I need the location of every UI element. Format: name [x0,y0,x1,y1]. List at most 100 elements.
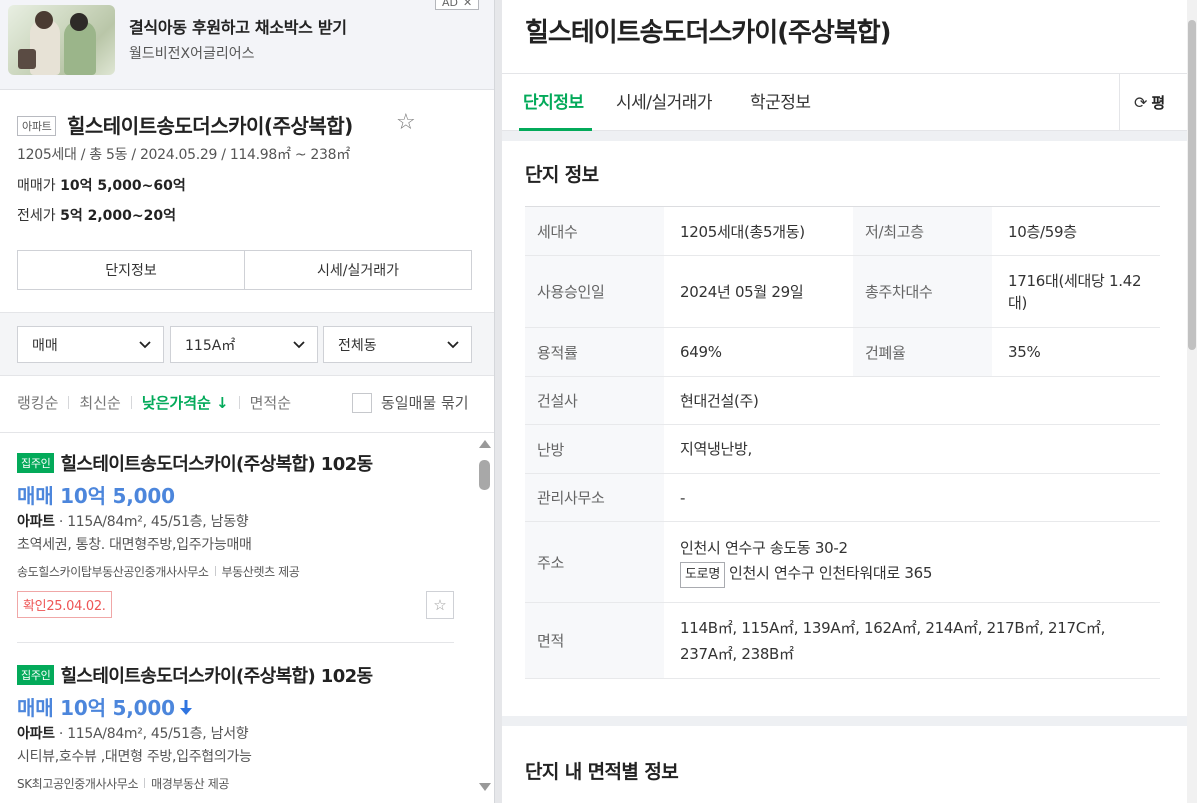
close-icon[interactable]: ✕ [463,0,472,10]
section-title: 단지 내 면적별 정보 [525,761,679,783]
panel-divider[interactable] [494,0,502,803]
section-gap [502,131,1187,141]
area-label: 면적 [525,602,664,679]
listing-desc: 초역세권, 통창. 대면형주방,입주가능매매 [17,537,252,553]
road-name-badge: 도로명 [680,561,725,588]
confirm-date-badge: 확인25.04.02. [17,591,112,618]
bcr-value: 35% [992,327,1160,377]
sale-price-label: 매매가 [17,178,56,194]
listing-price-row: 매매 10억 5,000 [17,692,193,721]
sort-options: 랭킹순 최신순 낮은가격순 ↓ 면적순 [17,392,301,413]
table-row: 주소 인천시 연수구 송도동 30-2 도로명 인천시 연수구 인천타워대로 36… [525,521,1160,603]
trade-type-select[interactable]: 매매 [17,326,164,363]
scroll-thumb[interactable] [479,460,490,490]
tab-price-history[interactable]: 시세/실거래가 [616,88,713,113]
star-icon[interactable]: ☆ [396,112,416,134]
chevron-down-icon [293,341,305,349]
parking-value: 1716대(세대당 1.42대) [992,255,1160,328]
sort-latest[interactable]: 최신순 [79,392,120,413]
arrow-down-icon [179,700,192,715]
listing-spec: 아파트 · 115A/84m², 45/51층, 남동향 [17,514,249,530]
dong-select[interactable]: 전체동 [323,326,472,363]
divider [17,642,454,643]
office-value: - [664,473,1160,522]
sort-area[interactable]: 면적순 [250,392,291,413]
listing-spec-text: 115A/84m², 45/51층, 남동향 [67,514,249,530]
provider-name: 부동산렛츠 제공 [221,565,300,579]
listing-panel: 결식아동 후원하고 채소박스 받기 월드비전X어글리어스 AD ✕ 아파트 힐스… [0,0,494,803]
provider-name: 매경부동산 제공 [151,777,229,791]
listing-title-row: 집주인 힐스테이트송도더스카이(주상복합) 102동 [17,662,373,688]
scroll-thumb[interactable] [1188,20,1196,350]
table-row: 용적률 649% 건폐율 35% [525,327,1160,377]
tab-complex-info[interactable]: 단지정보 [523,88,584,113]
chevron-down-icon [139,341,151,349]
scroll-down-icon[interactable] [479,783,491,791]
office-label: 관리사무소 [525,473,664,522]
table-row: 면적 114B㎡, 115A㎡, 139A㎡, 162A㎡, 214A㎡, 21… [525,602,1160,679]
refresh-icon: ⟳ [1134,93,1148,112]
ad-banner[interactable]: 결식아동 후원하고 채소박스 받기 월드비전X어글리어스 AD ✕ [0,0,494,90]
ad-badge[interactable]: AD ✕ [435,0,480,10]
tab-school-info[interactable]: 학군정보 [750,88,811,113]
table-row: 관리사무소 - [525,473,1160,522]
divider [0,432,494,433]
listing-price: 매매 10억 5,000 [17,484,175,508]
unit-toggle-button[interactable]: ⟳ 평 [1119,74,1187,131]
summary-buttons: 단지정보 시세/실거래가 [17,250,472,290]
listing-agent: SK최고공인중개사사무소 매경부동산 제공 [17,775,229,792]
listing-scrollbar[interactable] [475,438,494,803]
builder-label: 건설사 [525,376,664,425]
sort-ranking[interactable]: 랭킹순 [17,392,58,413]
detail-title: 힐스테이트송도더스카이(주상복합) [525,18,892,48]
address-road: 인천시 연수구 인천타워대로 365 [728,563,933,582]
listing-type: 아파트 [17,726,55,742]
scroll-up-icon[interactable] [479,440,491,448]
agent-name[interactable]: 송도힐스카이탑부동산공인중개사사무소 [17,565,209,579]
same-listing-checkbox[interactable] [352,393,372,413]
listing-spec: 아파트 · 115A/84m², 45/51층, 남서향 [17,726,249,742]
trade-type-value: 매매 [32,337,58,354]
listing-title[interactable]: 힐스테이트송도더스카이(주상복합) 102동 [60,666,373,687]
floors-label: 저/최고층 [853,206,992,256]
property-type-badge: 아파트 [17,116,57,136]
listing-desc: 시티뷰,호수뷰 ,대면형 주방,입주협의가능 [17,749,252,765]
area-select[interactable]: 115A㎡ [170,326,318,363]
filter-bar: 매매 115A㎡ 전체동 [0,313,494,376]
sale-price-row: 매매가 10억 5,000~60억 [17,175,186,195]
address-label: 주소 [525,521,664,603]
sort-low-price[interactable]: 낮은가격순 ↓ [142,392,229,413]
ad-label: AD [442,0,458,9]
unit-toggle-label: 평 [1151,94,1166,112]
star-icon[interactable]: ☆ [426,591,454,619]
table-row: 건설사 현대건설(주) [525,376,1160,425]
builder-value: 현대건설(주) [664,376,1160,425]
section-gap [502,716,1187,726]
jeonse-price-value: 5억 2,000~20억 [60,208,176,224]
area-value: 114B㎡, 115A㎡, 139A㎡, 162A㎡, 214A㎡, 217B㎡… [664,602,1160,679]
approval-label: 사용승인일 [525,255,664,328]
listing-item[interactable]: 집주인 힐스테이트송도더스카이(주상복합) 102동 매매 10억 5,000 아… [17,662,454,802]
detail-tabs: 단지정보 시세/실거래가 학군정보 ⟳ 평 [502,73,1187,131]
price-history-button[interactable]: 시세/실거래가 [244,251,471,289]
address-value: 인천시 연수구 송도동 30-2 도로명 인천시 연수구 인천타워대로 365 [664,521,1160,603]
chevron-down-icon [447,341,459,349]
far-label: 용적률 [525,327,664,377]
complex-meta: 1205세대 / 총 5동 / 2024.05.29 / 114.98㎡ ~ 2… [17,147,350,163]
detail-scrollbar[interactable] [1187,0,1197,803]
listing-item[interactable]: 집주인 힐스테이트송도더스카이(주상복합) 102동 매매 10억 5,000 아… [17,450,454,630]
listing-title[interactable]: 힐스테이트송도더스카이(주상복합) 102동 [60,454,373,475]
ad-title[interactable]: 결식아동 후원하고 채소박스 받기 [129,14,347,38]
listing-title-row: 집주인 힐스테이트송도더스카이(주상복합) 102동 [17,450,373,476]
same-listing-label[interactable]: 동일매물 묶기 [381,392,469,413]
ad-thumbnail[interactable] [8,5,115,75]
complex-info-table: 세대수 1205세대(총5개동) 저/최고층 10층/59층 사용승인일 202… [525,206,1160,679]
table-row: 세대수 1205세대(총5개동) 저/최고층 10층/59층 [525,206,1160,256]
heating-label: 난방 [525,424,664,474]
address-road-row: 도로명 인천시 연수구 인천타워대로 365 [680,561,1160,588]
complex-info-button[interactable]: 단지정보 [18,251,244,289]
table-row: 사용승인일 2024년 05월 29일 총주차대수 1716대(세대당 1.42… [525,255,1160,328]
agent-name[interactable]: SK최고공인중개사사무소 [17,777,138,791]
bcr-label: 건폐율 [853,327,992,377]
section-title: 단지 정보 [525,164,599,186]
